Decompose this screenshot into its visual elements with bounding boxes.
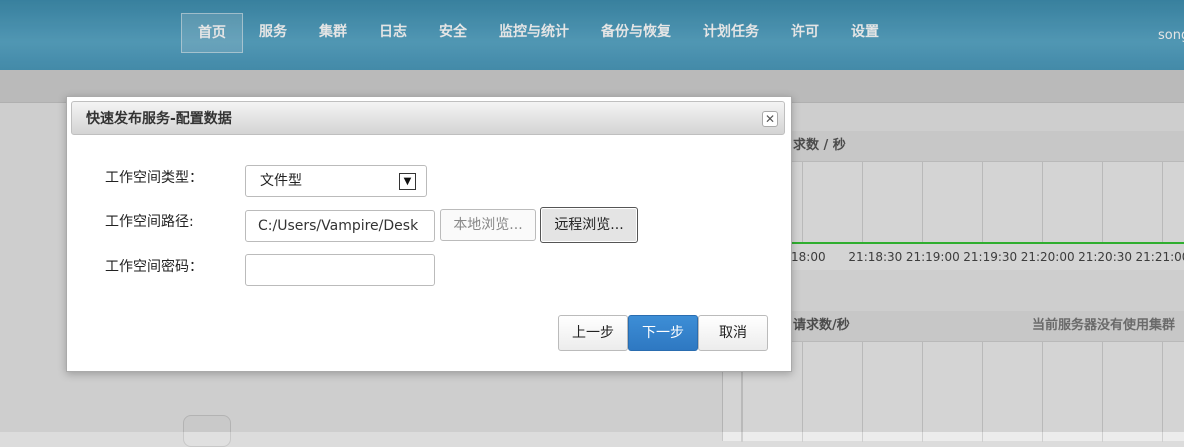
workspace-password-input[interactable] [245, 254, 435, 286]
workspace-type-label: 工作空间类型： [105, 170, 203, 186]
next-button[interactable]: 下一步 [628, 315, 698, 351]
chevron-down-icon: ▼ [399, 173, 416, 190]
publish-service-dialog: 快速发布服务-配置数据 ✕ 工作空间类型： 文件型 ▼ 工作空间路径: C:/U… [66, 96, 792, 372]
local-browse-button[interactable]: 本地浏览... [440, 209, 536, 241]
workspace-password-label: 工作空间密码： [105, 259, 203, 275]
workspace-path-input[interactable]: C:/Users/Vampire/Desk [245, 210, 435, 242]
remote-browse-button[interactable]: 远程浏览... [540, 207, 638, 243]
workspace-type-value: 文件型 [260, 173, 302, 189]
cancel-button[interactable]: 取消 [698, 315, 768, 351]
prev-button[interactable]: 上一步 [558, 315, 628, 351]
workspace-path-label: 工作空间路径: [105, 214, 194, 230]
dialog-title: 快速发布服务-配置数据 [86, 111, 232, 127]
dialog-title-bar: 快速发布服务-配置数据 ✕ [71, 101, 785, 135]
close-icon[interactable]: ✕ [762, 111, 778, 127]
workspace-type-select[interactable]: 文件型 ▼ [245, 165, 427, 197]
